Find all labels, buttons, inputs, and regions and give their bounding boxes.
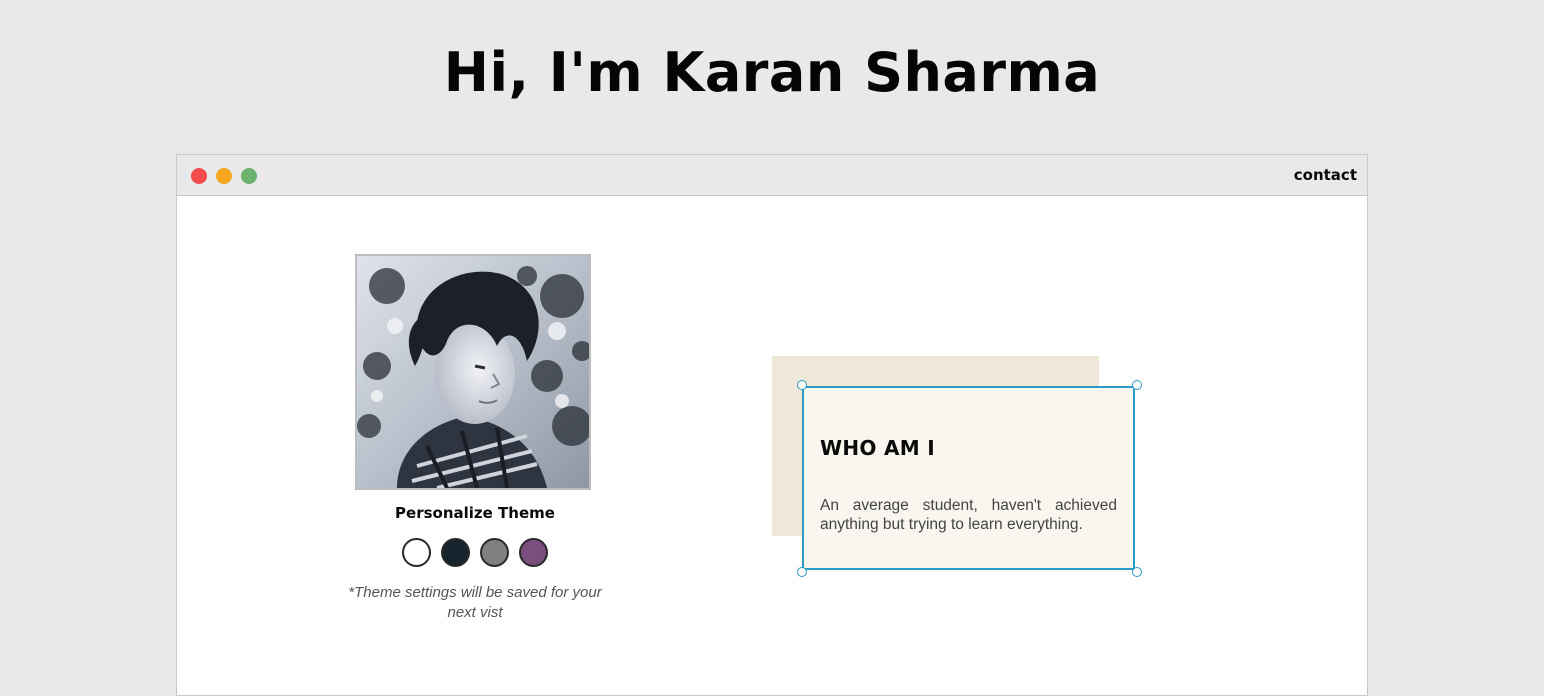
theme-swatches	[402, 538, 552, 570]
profile-photo	[355, 254, 591, 490]
window-minimize-dot[interactable]	[216, 168, 232, 184]
personalize-theme-label: Personalize Theme	[395, 504, 555, 522]
theme-swatch-purple[interactable]	[519, 538, 548, 567]
resize-handle-bottom-left[interactable]	[797, 567, 807, 577]
window-close-dot[interactable]	[191, 168, 207, 184]
theme-save-note: *Theme settings will be saved for your n…	[348, 584, 602, 621]
portrait-image	[357, 256, 589, 488]
about-body: An average student, haven't achieved any…	[820, 497, 1117, 533]
browser-window: contact Personalize Theme *Theme setting…	[176, 154, 1368, 696]
theme-swatch-dark-blue[interactable]	[441, 538, 470, 567]
theme-swatch-grey[interactable]	[480, 538, 509, 567]
contact-link[interactable]: contact	[1294, 166, 1357, 184]
about-card[interactable]: WHO AM I An average student, haven't ach…	[797, 380, 1142, 577]
resize-handle-bottom-right[interactable]	[1132, 567, 1142, 577]
resize-handle-top-right[interactable]	[1132, 380, 1142, 390]
about-heading: WHO AM I	[820, 436, 935, 460]
theme-swatch-light[interactable]	[402, 538, 431, 567]
page-title: Hi, I'm Karan Sharma	[443, 41, 1101, 104]
resize-handle-top-left[interactable]	[797, 380, 807, 390]
window-zoom-dot[interactable]	[241, 168, 257, 184]
window-titlebar: contact	[177, 155, 1367, 196]
